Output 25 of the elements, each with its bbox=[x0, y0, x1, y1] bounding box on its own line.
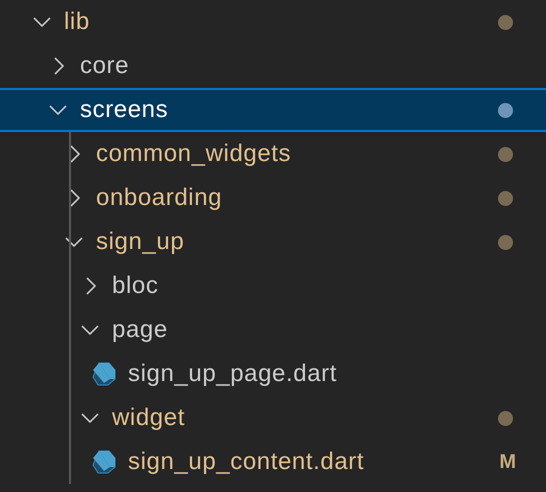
dart-file-icon bbox=[92, 362, 116, 386]
file-name: sign_up_content.dart bbox=[128, 448, 366, 476]
dart-file-icon bbox=[92, 450, 116, 474]
folder-name: common_widgets bbox=[96, 140, 292, 168]
git-status-letter: M bbox=[499, 450, 516, 474]
folder-row[interactable]: widget bbox=[0, 396, 546, 440]
folder-name: screens bbox=[80, 96, 170, 124]
folder-row[interactable]: screens bbox=[0, 88, 546, 132]
folder-row[interactable]: common_widgets bbox=[0, 132, 546, 176]
folder-row[interactable]: sign_up bbox=[0, 220, 546, 264]
file-name: sign_up_page.dart bbox=[128, 360, 338, 388]
file-row[interactable]: sign_up_content.dart M bbox=[0, 440, 546, 484]
folder-name: widget bbox=[112, 404, 186, 432]
folder-row[interactable]: bloc bbox=[0, 264, 546, 308]
file-row[interactable]: sign_up_page.dart bbox=[0, 352, 546, 396]
folder-name: bloc bbox=[112, 272, 160, 300]
folder-name: lib bbox=[64, 8, 91, 36]
folder-row[interactable]: page bbox=[0, 308, 546, 352]
folder-name: page bbox=[112, 316, 169, 344]
folder-name: sign_up bbox=[96, 228, 186, 256]
folder-row[interactable]: onboarding bbox=[0, 176, 546, 220]
folder-row[interactable]: lib bbox=[0, 0, 546, 44]
folder-name: onboarding bbox=[96, 184, 224, 212]
folder-row[interactable]: core bbox=[0, 44, 546, 88]
folder-name: core bbox=[80, 52, 130, 80]
